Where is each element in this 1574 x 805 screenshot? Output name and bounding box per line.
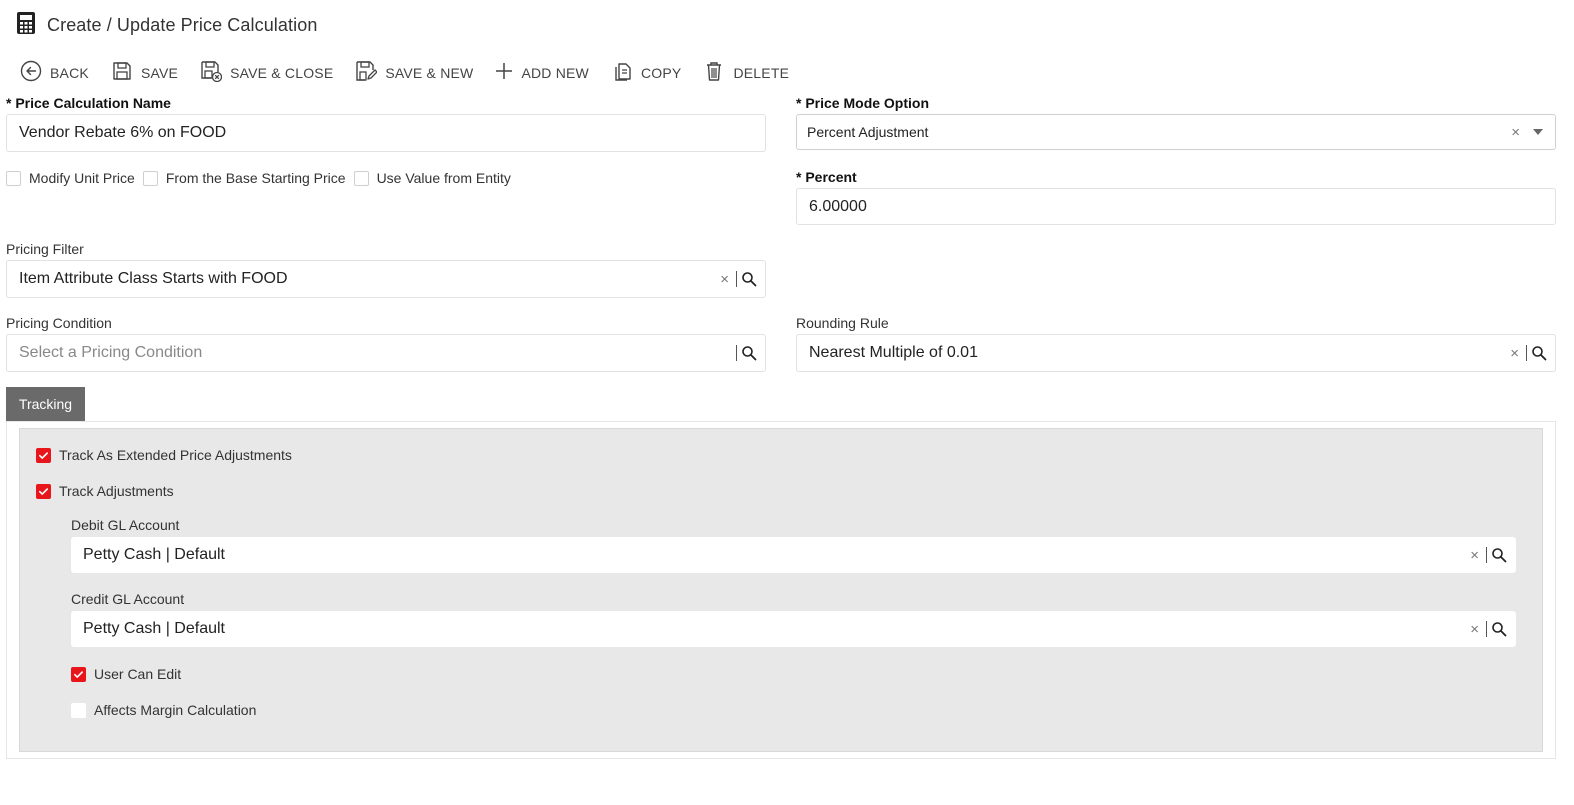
affects-margin-checkbox[interactable]: Affects Margin Calculation (71, 702, 256, 718)
toolbar: BACK SAVE SAVE & CLOSE SAVE & NEW ADD NE… (20, 60, 811, 86)
chevron-down-icon[interactable] (1533, 129, 1543, 135)
separator (1486, 621, 1487, 637)
price-mode-select[interactable]: Percent Adjustment × (796, 114, 1556, 150)
user-can-edit-checkbox[interactable]: User Can Edit (71, 666, 181, 682)
trash-icon (703, 60, 725, 87)
track-extended-label: Track As Extended Price Adjustments (59, 447, 292, 463)
delete-label: DELETE (733, 65, 790, 81)
pricing-filter-label: Pricing Filter (6, 241, 84, 257)
copy-button[interactable]: COPY (611, 60, 681, 87)
checkbox-box[interactable] (142, 170, 158, 186)
page-title: Create / Update Price Calculation (47, 14, 318, 35)
separator (1486, 547, 1487, 563)
modify-unit-price-checkbox[interactable]: Modify Unit Price (6, 170, 135, 186)
track-extended-checkbox[interactable]: Track As Extended Price Adjustments (36, 447, 292, 463)
checkbox-box[interactable] (353, 170, 369, 186)
percent-value: 6.00000 (809, 197, 867, 215)
clear-icon[interactable]: × (1465, 548, 1484, 563)
credit-gl-label: Credit GL Account (71, 591, 185, 607)
price-mode-value: Percent Adjustment (807, 124, 929, 140)
rounding-rule-value: Nearest Multiple of 0.01 (809, 344, 978, 361)
plus-icon (495, 62, 513, 85)
credit-gl-input[interactable]: Petty Cash | Default × (71, 611, 1516, 647)
percent-label: * Percent (796, 169, 857, 185)
search-icon[interactable] (741, 345, 757, 361)
save-label: SAVE (140, 65, 179, 81)
save-new-label: SAVE & NEW (385, 65, 474, 81)
back-button[interactable]: BACK (20, 60, 89, 87)
rounding-rule-label: Rounding Rule (796, 315, 889, 331)
price-calc-name-label: * Price Calculation Name (6, 95, 171, 111)
separator (736, 345, 737, 361)
checkbox-checked[interactable] (71, 666, 86, 682)
copy-icon (611, 60, 633, 87)
price-calc-name-input[interactable]: Vendor Rebate 6% on FOOD (6, 114, 766, 152)
search-icon[interactable] (741, 271, 757, 287)
save-new-icon (355, 60, 379, 87)
save-button[interactable]: SAVE (111, 60, 178, 87)
clear-icon[interactable]: × (715, 272, 734, 287)
checkbox-checked[interactable] (36, 483, 51, 499)
track-adjustments-label: Track Adjustments (59, 483, 174, 499)
rounding-rule-input[interactable]: Nearest Multiple of 0.01 × (796, 334, 1556, 372)
debit-gl-label: Debit GL Account (71, 517, 180, 533)
save-close-icon (200, 60, 223, 87)
price-calc-name-value: Vendor Rebate 6% on FOOD (19, 124, 227, 141)
add-new-label: ADD NEW (521, 65, 589, 81)
price-mode-label: * Price Mode Option (796, 95, 930, 111)
use-value-entity-checkbox[interactable]: Use Value from Entity (353, 170, 511, 186)
pricing-condition-placeholder: Select a Pricing Condition (19, 344, 203, 361)
percent-input[interactable]: 6.00000 (796, 188, 1556, 225)
user-can-edit-label: User Can Edit (94, 666, 182, 682)
clear-icon[interactable]: × (1506, 125, 1525, 140)
tab-tracking[interactable]: Tracking (6, 387, 85, 421)
track-adjustments-checkbox[interactable]: Track Adjustments (36, 483, 174, 499)
save-close-label: SAVE & CLOSE (230, 65, 334, 81)
save-new-button[interactable]: SAVE & NEW (355, 60, 473, 87)
calculator-icon (16, 11, 36, 40)
pricing-filter-input[interactable]: Item Attribute Class Starts with FOOD × (6, 260, 766, 298)
separator (1526, 345, 1527, 361)
debit-gl-value: Petty Cash | Default (83, 546, 225, 563)
checkbox-box[interactable] (6, 170, 21, 186)
back-label: BACK (50, 65, 89, 81)
pricing-condition-label: Pricing Condition (6, 315, 112, 331)
debit-gl-input[interactable]: Petty Cash | Default × (71, 537, 1516, 573)
pricing-filter-value: Item Attribute Class Starts with FOOD (19, 270, 288, 287)
checkbox-checked[interactable] (36, 447, 51, 463)
clear-icon[interactable]: × (1505, 346, 1524, 361)
search-icon[interactable] (1531, 345, 1547, 361)
copy-label: COPY (640, 65, 682, 81)
pricing-condition-input[interactable]: Select a Pricing Condition (6, 334, 766, 372)
clear-icon[interactable]: × (1465, 622, 1484, 637)
use-value-entity-label: Use Value from Entity (376, 170, 511, 186)
from-base-price-checkbox[interactable]: From the Base Starting Price (142, 170, 346, 186)
search-icon[interactable] (1491, 547, 1507, 563)
search-icon[interactable] (1491, 621, 1507, 637)
save-close-button[interactable]: SAVE & CLOSE (200, 60, 333, 87)
page-header: Create / Update Price Calculation (16, 11, 318, 40)
add-new-button[interactable]: ADD NEW (495, 62, 589, 85)
from-base-price-label: From the Base Starting Price (165, 170, 346, 186)
price-options-checkboxes: Modify Unit Price From the Base Starting… (6, 170, 519, 186)
delete-button[interactable]: DELETE (703, 60, 789, 87)
back-arrow-icon (20, 60, 42, 87)
modify-unit-price-label: Modify Unit Price (29, 170, 135, 186)
separator (736, 271, 737, 287)
affects-margin-label: Affects Margin Calculation (94, 702, 257, 718)
save-icon (111, 60, 133, 87)
checkbox-box[interactable] (71, 702, 86, 718)
credit-gl-value: Petty Cash | Default (83, 620, 225, 637)
